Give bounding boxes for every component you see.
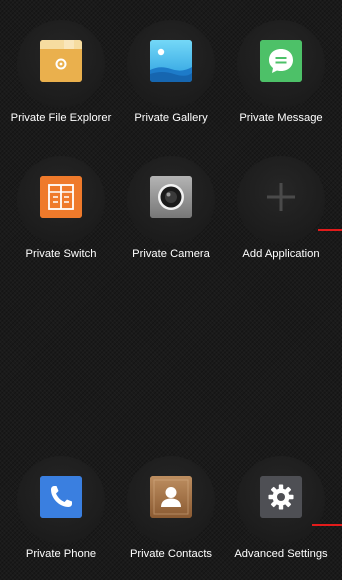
app-private-message[interactable]: Private Message bbox=[224, 20, 338, 130]
app-label: Private File Explorer bbox=[10, 112, 112, 124]
private-space-home: Private File Explorer Private Gallery Pr… bbox=[0, 0, 342, 580]
app-private-camera[interactable]: Private Camera bbox=[114, 156, 228, 266]
phone-icon bbox=[40, 476, 82, 518]
app-label: Advanced Settings bbox=[234, 548, 328, 560]
app-private-switch[interactable]: Private Switch bbox=[4, 156, 118, 266]
image-icon bbox=[150, 40, 192, 82]
red-marker-line bbox=[312, 524, 342, 526]
switch-icon bbox=[40, 176, 82, 218]
app-label: Private Switch bbox=[25, 248, 97, 260]
message-bubble-icon bbox=[260, 40, 302, 82]
red-marker-line bbox=[318, 229, 342, 231]
app-advanced-settings[interactable]: Advanced Settings bbox=[224, 456, 338, 566]
plus-icon bbox=[260, 176, 302, 218]
gear-icon bbox=[260, 476, 302, 518]
folder-icon bbox=[40, 40, 82, 82]
app-label: Private Contacts bbox=[129, 548, 213, 560]
app-label: Private Message bbox=[239, 112, 323, 124]
app-private-contacts[interactable]: Private Contacts bbox=[114, 456, 228, 566]
app-add-application[interactable]: Add Application bbox=[224, 156, 338, 266]
app-label: Private Gallery bbox=[134, 112, 208, 124]
app-label: Add Application bbox=[242, 248, 320, 260]
app-label: Private Camera bbox=[132, 248, 210, 260]
camera-icon bbox=[150, 176, 192, 218]
app-label: Private Phone bbox=[25, 548, 97, 560]
app-private-phone[interactable]: Private Phone bbox=[4, 456, 118, 566]
app-private-file-explorer[interactable]: Private File Explorer bbox=[4, 20, 118, 130]
app-private-gallery[interactable]: Private Gallery bbox=[114, 20, 228, 130]
contact-icon bbox=[150, 476, 192, 518]
